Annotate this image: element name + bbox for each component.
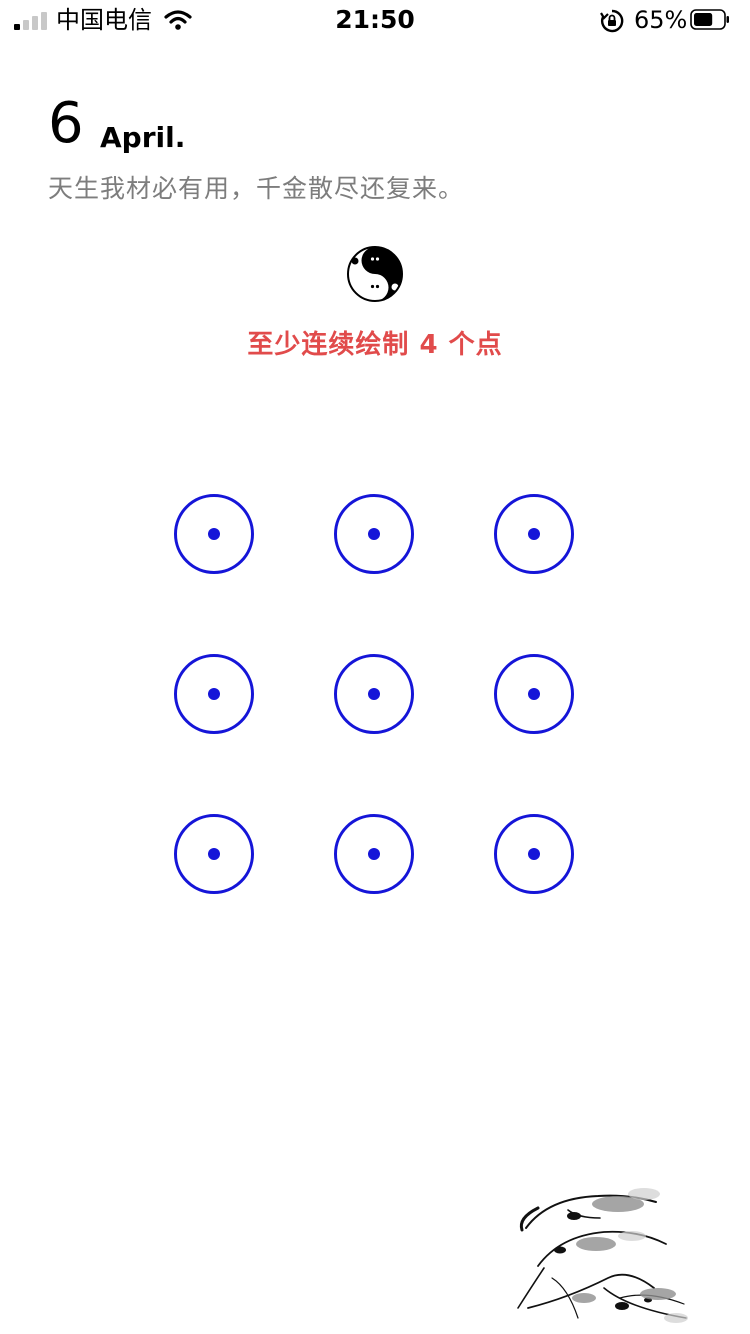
pattern-dot-center: [368, 688, 380, 700]
pattern-lock-grid[interactable]: [0, 0, 750, 1334]
ink-shrimp-painting: [517, 1188, 688, 1323]
pattern-dot-2[interactable]: [334, 494, 414, 574]
pattern-dot-1[interactable]: [174, 494, 254, 574]
pattern-dot-4[interactable]: [174, 654, 254, 734]
pattern-dot-5[interactable]: [334, 654, 414, 734]
pattern-dot-center: [208, 528, 220, 540]
pattern-dot-center: [208, 848, 220, 860]
pattern-dot-center: [528, 528, 540, 540]
pattern-dot-3[interactable]: [494, 494, 574, 574]
pattern-dot-center: [368, 528, 380, 540]
pattern-dot-9[interactable]: [494, 814, 574, 894]
pattern-dot-center: [208, 688, 220, 700]
pattern-dot-center: [528, 848, 540, 860]
pattern-dot-center: [368, 848, 380, 860]
pattern-dot-8[interactable]: [334, 814, 414, 894]
pattern-dot-center: [528, 688, 540, 700]
pattern-dot-7[interactable]: [174, 814, 254, 894]
pattern-dot-6[interactable]: [494, 654, 574, 734]
